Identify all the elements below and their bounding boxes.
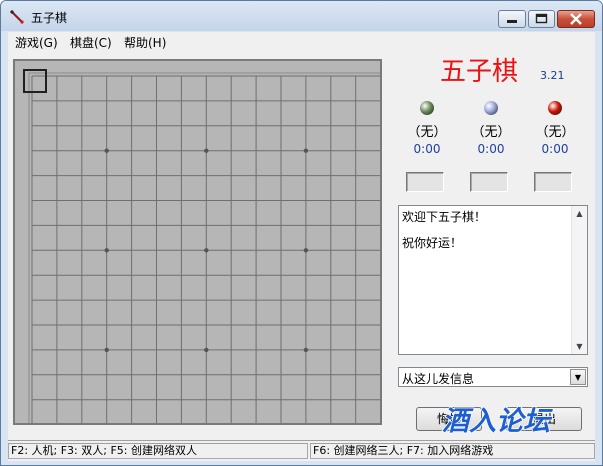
message-select[interactable]: 从这儿发信息 ▼ [398, 367, 588, 387]
player-2: （无） 0:00 [459, 101, 523, 156]
star-point [104, 347, 109, 353]
star-point [303, 148, 309, 153]
status-shortcuts-left: F2: 人机; F3: 双人; F5: 创建网络双人 [8, 443, 308, 459]
menu-bar: 游戏(G) 棋盘(C) 帮助(H) [8, 32, 595, 51]
star-point [104, 248, 109, 253]
chat-scrollbar[interactable]: ▲ ▼ [571, 206, 587, 354]
star-point [303, 347, 309, 353]
client-area: 五子棋 3.21 （无） 0:00 （无） 0:00 （无） 0:00 欢迎下五… [8, 51, 595, 440]
scroll-down-icon[interactable]: ▼ [572, 339, 587, 354]
title-bar[interactable]: 五子棋 [1, 1, 602, 31]
scroll-up-icon[interactable]: ▲ [572, 206, 587, 221]
chat-log[interactable]: 欢迎下五子棋！ 祝你好运！ ▲ ▼ [398, 205, 588, 355]
message-select-value: 从这儿发信息 [402, 372, 475, 386]
star-point [204, 347, 209, 353]
menu-game[interactable]: 游戏(G) [15, 34, 58, 51]
star-point [303, 248, 309, 253]
watermark-logo: 酒入论坛 [441, 405, 553, 437]
app-icon [10, 10, 24, 24]
close-icon [570, 13, 582, 25]
status-shortcuts-right: F6: 创建网络三人; F7: 加入网络游戏 [310, 443, 595, 459]
menu-board[interactable]: 棋盘(C) [70, 34, 112, 51]
minimize-button[interactable] [498, 10, 526, 28]
star-point [204, 248, 209, 253]
window-title: 五子棋 [31, 11, 68, 25]
game-board[interactable] [13, 59, 382, 425]
player-1: （无） 0:00 [395, 101, 459, 156]
board-cursor [23, 69, 47, 93]
game-logo: 五子棋 [440, 57, 519, 87]
player-2-box [470, 172, 508, 192]
player-1-time: 0:00 [413, 142, 441, 156]
player-3-stone-icon [548, 101, 562, 115]
player-1-stone-icon [420, 101, 434, 115]
app-window: 五子棋 游戏(G) 棋盘(C) 帮助(H) 五子棋 3.21 （无） 0:00 [0, 0, 603, 466]
player-1-box [406, 172, 444, 192]
maximize-icon [535, 13, 548, 24]
chat-line-1: 欢迎下五子棋！ [402, 210, 487, 224]
player-2-name: （无） [471, 125, 511, 140]
player-3-time: 0:00 [541, 142, 569, 156]
minimize-icon [507, 20, 517, 23]
close-button[interactable] [557, 10, 595, 28]
star-point [104, 148, 109, 153]
player-1-name: （无） [407, 125, 447, 140]
maximize-button[interactable] [528, 10, 555, 28]
player-2-stone-icon [484, 101, 498, 115]
player-3: （无） 0:00 [523, 101, 587, 156]
player-3-name: （无） [535, 125, 575, 140]
star-point [204, 148, 209, 153]
svg-text:酒入论坛: 酒入论坛 [442, 406, 553, 437]
player-3-box [534, 172, 572, 192]
version-label: 3.21 [540, 69, 565, 82]
player-2-time: 0:00 [477, 142, 505, 156]
dropdown-arrow-icon[interactable]: ▼ [570, 369, 586, 385]
chat-line-2: 祝你好运！ [402, 236, 463, 250]
status-bar: F2: 人机; F3: 双人; F5: 创建网络双人 F6: 创建网络三人; F… [8, 440, 595, 461]
board-grid[interactable] [15, 61, 380, 423]
menu-help[interactable]: 帮助(H) [124, 34, 166, 51]
